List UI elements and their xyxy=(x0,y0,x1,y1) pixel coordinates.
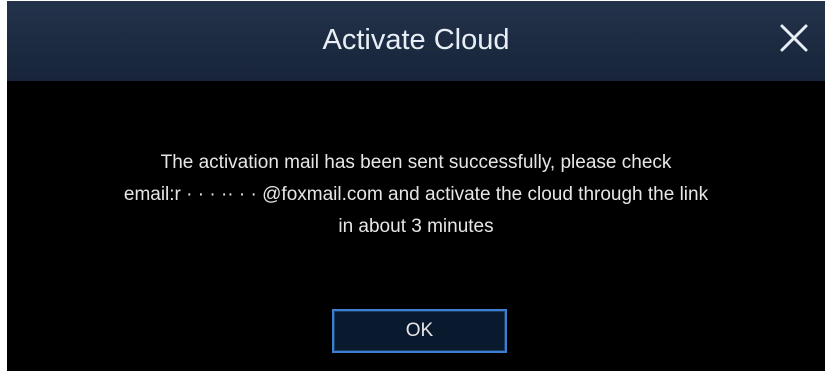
ok-button[interactable]: OK xyxy=(332,309,507,353)
activation-message: The activation mail has been sent succes… xyxy=(7,147,825,243)
dialog-titlebar: Activate Cloud xyxy=(7,1,825,81)
dialog-title: Activate Cloud xyxy=(322,24,510,56)
close-icon[interactable] xyxy=(777,21,811,55)
message-line-1: The activation mail has been sent succes… xyxy=(160,152,672,173)
activate-cloud-dialog: Activate Cloud The activation mail has b… xyxy=(7,1,825,371)
message-line-3: in about 3 minutes xyxy=(338,216,494,237)
message-line-2: email:r · · · ·· · · @foxmail.com and ac… xyxy=(123,184,709,205)
screen-frame: Activate Cloud The activation mail has b… xyxy=(0,0,827,371)
